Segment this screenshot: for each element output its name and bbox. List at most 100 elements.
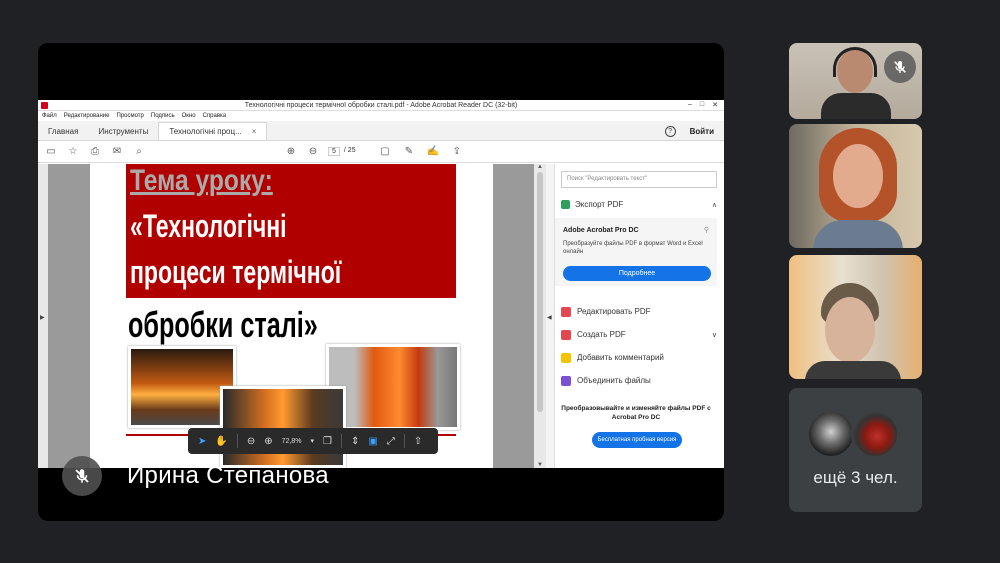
zoom-in-icon[interactable]: ⊕ xyxy=(264,436,272,447)
maximize-button[interactable]: □ xyxy=(700,101,704,109)
participant-body xyxy=(813,220,903,248)
page-indicator: 5 / 25 xyxy=(328,147,356,156)
slide-title-line-4: обробки сталі» xyxy=(128,304,318,345)
promo-text: Преобразовывайте и изменяйте файлы PDF с… xyxy=(561,405,711,421)
sign-in-button[interactable]: Войти xyxy=(690,127,714,136)
search-icon[interactable]: ⌕ xyxy=(132,146,146,157)
select-cursor-icon[interactable]: ➤ xyxy=(198,436,206,447)
furnace-photo-2 xyxy=(220,386,346,468)
shared-screen: Технологічні процеси термічної обробки с… xyxy=(38,100,724,468)
acrobat-content: ▶ Тема уроку: «Технологічні процеси терм… xyxy=(38,164,724,468)
tab-tools[interactable]: Инструменты xyxy=(88,122,158,140)
menu-edit[interactable]: Редактирование xyxy=(64,113,110,119)
pdf-page: Тема уроку: «Технологічні процеси терміч… xyxy=(90,164,493,468)
free-trial-button[interactable]: Бесплатная пробная версия xyxy=(592,432,682,448)
tools-pane: Поиск "Редактировать текст" Экспорт PDF … xyxy=(554,164,724,468)
tool-label: Редактировать PDF xyxy=(577,307,651,316)
chevron-up-icon: ∧ xyxy=(711,201,717,209)
paperclip-icon: ⚲ xyxy=(703,227,709,234)
export-pdf-header[interactable]: Экспорт PDF ∧ xyxy=(561,200,717,209)
participant-video xyxy=(825,297,875,363)
bookmark-star-icon[interactable]: ☆ xyxy=(66,146,80,157)
toolbar-divider xyxy=(403,434,405,448)
slide-title-line-1: Тема уроку: xyxy=(130,164,273,197)
zoom-dropdown-icon[interactable]: ▾ xyxy=(310,437,314,445)
page-number-input[interactable]: 5 xyxy=(328,147,340,156)
vertical-scrollbar[interactable]: ▲ ▼ xyxy=(534,164,546,468)
menu-help[interactable]: Справка xyxy=(203,113,227,119)
zoom-out-icon[interactable]: ⊖ xyxy=(247,436,255,447)
tab-bar: Главная Инструменты Технологічні проц...… xyxy=(38,121,724,141)
share-icon[interactable]: ⇪ xyxy=(450,146,464,157)
expand-left-icon: ▶ xyxy=(40,315,45,321)
left-panel-toggle[interactable]: ▶ xyxy=(38,164,48,468)
menu-sign[interactable]: Подпись xyxy=(151,113,175,119)
tools-list: Редактировать PDF Создать PDF ∨ Добавить… xyxy=(561,300,717,392)
upload-icon[interactable]: ⇧ xyxy=(414,436,422,447)
avatar xyxy=(851,410,899,458)
tool-create-pdf[interactable]: Создать PDF ∨ xyxy=(561,323,717,346)
scroll-down-icon[interactable]: ▼ xyxy=(537,462,543,468)
print-icon[interactable]: ⎙ xyxy=(88,146,102,157)
tool-add-comment[interactable]: Добавить комментарий xyxy=(561,346,717,369)
page-up-icon[interactable]: ⊕ xyxy=(284,146,298,157)
avatar xyxy=(807,410,855,458)
tab-home[interactable]: Главная xyxy=(38,122,88,140)
mic-off-icon xyxy=(62,456,102,496)
collapse-right-icon: ◀ xyxy=(547,315,552,321)
headset xyxy=(833,47,877,77)
fullscreen-icon[interactable]: ⤢ xyxy=(387,436,395,447)
tool-label: Добавить комментарий xyxy=(577,353,664,362)
close-tab-icon[interactable]: × xyxy=(252,127,257,136)
learn-more-button[interactable]: Подробнее xyxy=(563,266,711,281)
close-window-button[interactable]: ✕ xyxy=(712,101,718,109)
scrollbar-thumb[interactable] xyxy=(537,172,543,412)
save-icon[interactable]: ▭ xyxy=(44,146,58,157)
menu-view[interactable]: Просмотр xyxy=(116,113,143,119)
participant-body xyxy=(805,361,901,379)
minimize-button[interactable]: – xyxy=(688,101,692,109)
email-icon[interactable]: ✉ xyxy=(110,146,124,157)
presenter-tile[interactable]: Технологічні процеси термічної обробки с… xyxy=(38,43,724,521)
combine-files-icon xyxy=(561,375,571,386)
sign-icon[interactable]: ✍ xyxy=(426,146,440,157)
more-participants-tile[interactable]: ещё 3 чел. xyxy=(789,388,922,512)
participant-tile-1[interactable] xyxy=(789,43,922,119)
tab-document[interactable]: Технологічні проц... × xyxy=(158,122,268,140)
acrobat-pro-description: Преобразуйте файлы PDF в формат Word и E… xyxy=(563,241,703,255)
export-pdf-panel: Adobe Acrobat Pro DC ⚲ Преобразуйте файл… xyxy=(555,218,717,286)
slide-title-line-3: процеси термічної xyxy=(130,254,342,290)
copy-page-icon[interactable]: ❐ xyxy=(323,436,332,447)
mic-off-icon xyxy=(884,51,916,83)
right-panel-toggle[interactable]: ◀ xyxy=(546,164,554,468)
menu-file[interactable]: Файл xyxy=(42,113,57,119)
read-mode-icon[interactable]: ▣ xyxy=(368,436,377,447)
document-view[interactable]: Тема уроку: «Технологічні процеси терміч… xyxy=(48,164,534,468)
tab-document-label: Технологічні проц... xyxy=(169,127,242,136)
fit-page-icon[interactable]: ⇕ xyxy=(351,436,359,447)
comment-icon[interactable]: ▢ xyxy=(378,146,392,157)
chevron-down-icon: ∨ xyxy=(711,331,717,339)
zoom-level[interactable]: 72,8% xyxy=(282,438,302,445)
help-icon[interactable]: ? xyxy=(664,125,676,137)
pane-search-input[interactable]: Поиск "Редактировать текст" xyxy=(561,171,717,188)
acrobat-titlebar: Технологічні процеси термічної обробки с… xyxy=(38,100,724,111)
tool-label: Объединить файлы xyxy=(577,376,651,385)
highlight-pen-icon[interactable]: ✎ xyxy=(402,146,416,157)
furnace-photo-3 xyxy=(326,344,460,430)
participant-body xyxy=(821,93,891,119)
page-total: / 25 xyxy=(343,147,356,154)
tool-edit-pdf[interactable]: Редактировать PDF xyxy=(561,300,717,323)
page-down-icon[interactable]: ⊖ xyxy=(306,146,320,157)
participant-tile-2[interactable] xyxy=(789,124,922,248)
hand-tool-icon[interactable]: ✋ xyxy=(215,436,227,447)
tool-combine-files[interactable]: Объединить файлы xyxy=(561,369,717,392)
window-title: Технологічні процеси термічної обробки с… xyxy=(244,101,518,109)
participant-tile-3[interactable] xyxy=(789,255,922,379)
comment-tool-icon xyxy=(561,352,571,363)
others-count: ещё 3 чел. xyxy=(813,468,898,487)
scroll-up-icon[interactable]: ▲ xyxy=(537,164,543,170)
slide-title-line-2: «Технологічні xyxy=(130,208,287,244)
create-pdf-icon xyxy=(561,329,571,340)
menu-window[interactable]: Окно xyxy=(182,113,196,119)
